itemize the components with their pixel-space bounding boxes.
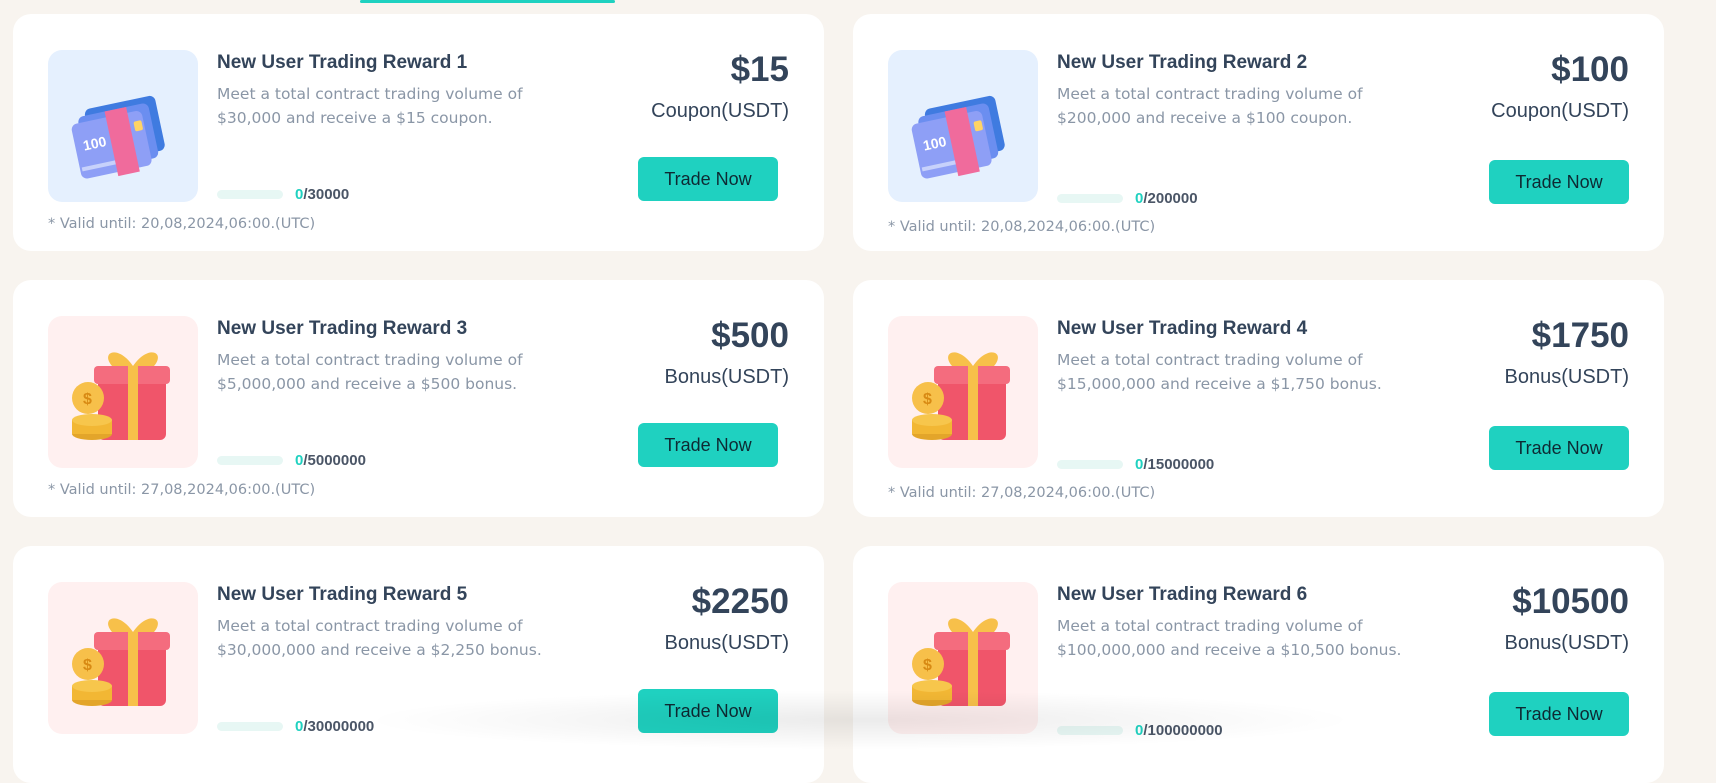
reward-card-1: 100 New User Trading Reward 1 Meet a tot…	[13, 14, 824, 251]
svg-text:$: $	[83, 391, 92, 408]
trade-now-button[interactable]: Trade Now	[638, 423, 778, 467]
reward-description-line: $30,000,000 and receive a $2,250 bonus.	[217, 641, 542, 659]
gift-box-icon: $	[888, 316, 1038, 468]
progress-total: /5000000	[303, 451, 366, 469]
reward-progress: 0/30000	[217, 184, 349, 204]
progress-bar	[1057, 193, 1123, 203]
trade-now-button[interactable]: Trade Now	[638, 689, 778, 733]
reward-title: New User Trading Reward 6	[1057, 584, 1308, 605]
trade-now-button[interactable]: Trade Now	[1489, 160, 1629, 204]
reward-amount: $10500	[1512, 582, 1629, 621]
valid-until: * Valid until: 27,08,2024,06:00.(UTC)	[48, 482, 316, 498]
reward-description: Meet a total contract trading volume of …	[217, 82, 597, 130]
reward-progress: 0/200000	[1057, 188, 1198, 208]
svg-text:$: $	[83, 657, 92, 674]
reward-description-line: Meet a total contract trading volume of	[217, 85, 523, 103]
reward-card-3: $ New User Trading Reward 3 Meet a total…	[13, 280, 824, 517]
reward-description: Meet a total contract trading volume of …	[1057, 348, 1437, 396]
progress-total: /100000000	[1143, 721, 1223, 739]
reward-unit: Bonus(USDT)	[1504, 366, 1629, 388]
reward-unit: Bonus(USDT)	[664, 632, 789, 654]
progress-bar	[217, 455, 283, 465]
svg-text:$: $	[923, 657, 932, 674]
valid-until: * Valid until: 27,08,2024,06:00.(UTC)	[888, 485, 1156, 501]
reward-description-line: $30,000 and receive a $15 coupon.	[217, 109, 493, 127]
reward-card-6: $ New User Trading Reward 6 Meet a total…	[853, 546, 1664, 783]
reward-description-line: Meet a total contract trading volume of	[1057, 617, 1363, 635]
reward-amount: $500	[711, 316, 789, 355]
reward-card-4: $ New User Trading Reward 4 Meet a total…	[853, 280, 1664, 517]
reward-title: New User Trading Reward 1	[217, 52, 468, 73]
coupon-cards-icon: 100	[888, 50, 1038, 202]
reward-description-line: Meet a total contract trading volume of	[1057, 351, 1363, 369]
progress-text: 0/30000	[295, 186, 349, 203]
gift-box-icon: $	[48, 316, 198, 468]
reward-unit: Bonus(USDT)	[1504, 632, 1629, 654]
reward-amount: $15	[730, 50, 789, 89]
reward-description-line: $15,000,000 and receive a $1,750 bonus.	[1057, 375, 1382, 393]
reward-title: New User Trading Reward 3	[217, 318, 468, 339]
progress-total: /15000000	[1143, 455, 1215, 473]
progress-bar	[1057, 459, 1123, 469]
gift-box-icon: $	[48, 582, 198, 734]
progress-bar	[217, 721, 283, 731]
reward-progress: 0/30000000	[217, 716, 374, 736]
progress-text: 0/30000000	[295, 718, 374, 735]
progress-text: 0/15000000	[1135, 456, 1214, 473]
reward-description: Meet a total contract trading volume of …	[1057, 614, 1437, 662]
progress-total: /30000	[303, 185, 350, 203]
reward-amount: $1750	[1531, 316, 1629, 355]
trade-now-button[interactable]: Trade Now	[1489, 426, 1629, 470]
reward-description-line: Meet a total contract trading volume of	[1057, 85, 1363, 103]
trade-now-button[interactable]: Trade Now	[638, 157, 778, 201]
coupon-cards-icon: 100	[48, 50, 198, 202]
reward-amount: $100	[1551, 50, 1629, 89]
reward-description: Meet a total contract trading volume of …	[1057, 82, 1437, 130]
reward-description-line: $100,000,000 and receive a $10,500 bonus…	[1057, 641, 1402, 659]
reward-description: Meet a total contract trading volume of …	[217, 348, 597, 396]
reward-progress: 0/5000000	[217, 450, 366, 470]
progress-bar	[1057, 725, 1123, 735]
reward-title: New User Trading Reward 5	[217, 584, 468, 605]
progress-total: /200000	[1143, 189, 1198, 207]
reward-card-5: $ New User Trading Reward 5 Meet a total…	[13, 546, 824, 783]
reward-progress: 0/15000000	[1057, 454, 1214, 474]
active-tab-indicator	[360, 0, 615, 3]
reward-title: New User Trading Reward 4	[1057, 318, 1308, 339]
reward-description-line: Meet a total contract trading volume of	[217, 351, 523, 369]
reward-description-line: $200,000 and receive a $100 coupon.	[1057, 109, 1353, 127]
reward-description-line: Meet a total contract trading volume of	[217, 617, 523, 635]
reward-description-line: $5,000,000 and receive a $500 bonus.	[217, 375, 518, 393]
valid-until: * Valid until: 20,08,2024,06:00.(UTC)	[888, 219, 1156, 235]
gift-box-icon: $	[888, 582, 1038, 734]
reward-card-2: 100 New User Trading Reward 2 Meet a tot…	[853, 14, 1664, 251]
progress-text: 0/100000000	[1135, 722, 1223, 739]
valid-until: * Valid until: 20,08,2024,06:00.(UTC)	[48, 216, 316, 232]
reward-unit: Bonus(USDT)	[664, 366, 789, 388]
progress-total: /30000000	[303, 717, 375, 735]
progress-text: 0/5000000	[295, 452, 366, 469]
svg-text:$: $	[923, 391, 932, 408]
progress-text: 0/200000	[1135, 190, 1198, 207]
reward-amount: $2250	[691, 582, 789, 621]
reward-unit: Coupon(USDT)	[651, 100, 789, 122]
reward-description: Meet a total contract trading volume of …	[217, 614, 597, 662]
progress-bar	[217, 189, 283, 199]
trade-now-button[interactable]: Trade Now	[1489, 692, 1629, 736]
reward-grid: 100 New User Trading Reward 1 Meet a tot…	[13, 14, 1664, 783]
reward-unit: Coupon(USDT)	[1491, 100, 1629, 122]
reward-title: New User Trading Reward 2	[1057, 52, 1308, 73]
reward-progress: 0/100000000	[1057, 720, 1223, 740]
